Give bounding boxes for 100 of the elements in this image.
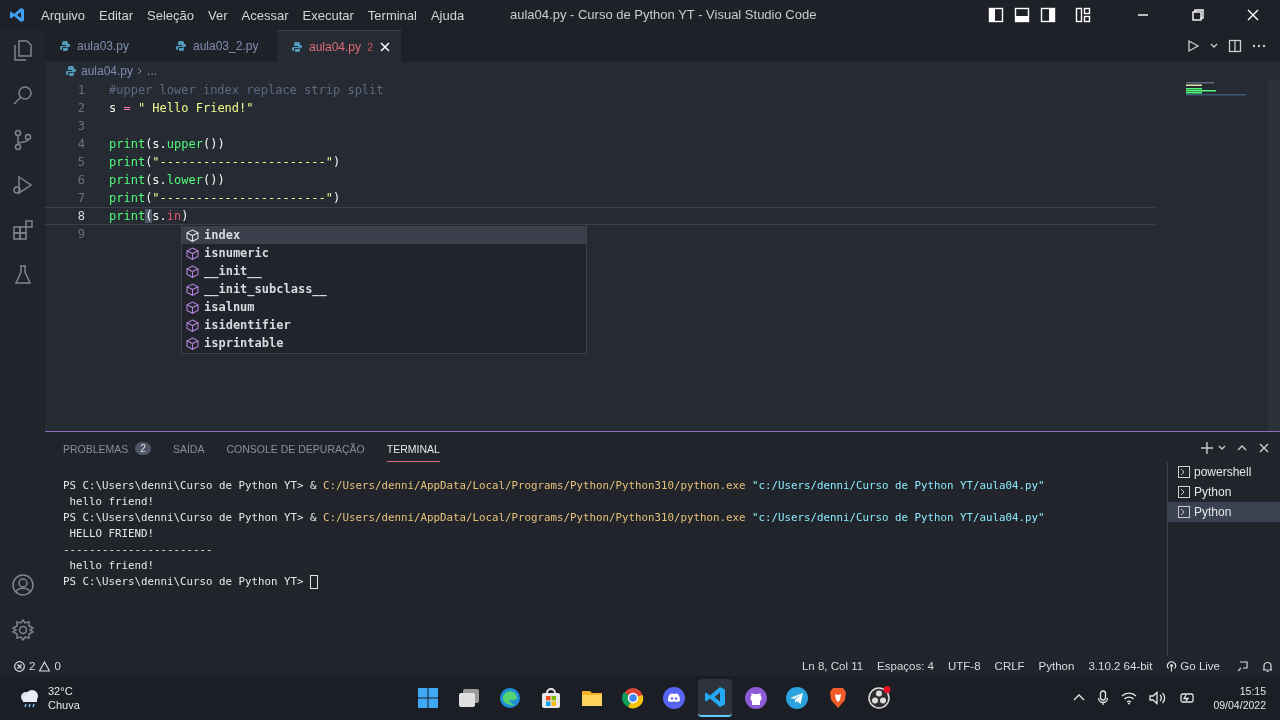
suggestion-item[interactable]: isnumeric — [182, 244, 586, 262]
code-line: print(s.lower()) — [109, 172, 225, 189]
breadcrumb-item[interactable]: aula04.py — [81, 64, 134, 78]
minimap-drawing — [1186, 82, 1246, 96]
bell-icon[interactable] — [1261, 659, 1274, 673]
run-debug-icon[interactable] — [10, 173, 35, 197]
terminal-line: PS C:\Users\denni\Curso de Python YT> & C:/Users/denni/AppData/Local/Programs/Python/Python310/python.exe "c:/Users/denni/Curso de Python YT/aula04.py" — [63, 478, 1045, 494]
error-count: 2 — [29, 660, 36, 672]
terminal-icon — [1178, 506, 1190, 518]
panel-layout-icon[interactable] — [1014, 7, 1030, 23]
line-number: 5 — [76, 154, 85, 171]
menu-item[interactable]: Arquivo — [34, 7, 93, 23]
chevron-right-icon — [137, 67, 144, 75]
chevron-down-icon[interactable] — [1210, 42, 1218, 50]
cube-icon — [186, 300, 199, 314]
menu-item[interactable]: Editar — [92, 7, 141, 23]
sidebar-layout-icon[interactable] — [988, 7, 1004, 23]
run-icon[interactable] — [1186, 39, 1200, 53]
status-item[interactable]: Ln 8, Col 11 — [801, 660, 864, 672]
cube-icon — [186, 246, 199, 260]
python-file-icon — [59, 40, 71, 52]
line-number: 3 — [76, 118, 85, 135]
terminal-list-item[interactable]: Python — [1168, 502, 1280, 522]
warning-count: 0 — [54, 660, 61, 672]
status-item[interactable]: Go Live — [1166, 660, 1220, 672]
suggestion-item[interactable]: __init__ — [182, 262, 586, 280]
terminal-list-item[interactable]: powershell — [1168, 462, 1280, 482]
recorder-icon[interactable] — [867, 686, 891, 710]
restore-icon[interactable] — [1190, 7, 1206, 23]
cube-icon — [186, 318, 199, 332]
error-icon — [14, 660, 25, 672]
broadcast-icon — [1166, 660, 1178, 672]
feedback-icon[interactable] — [1236, 659, 1249, 673]
problem-count: 2 — [367, 40, 374, 53]
settings-gear-icon[interactable] — [10, 618, 35, 642]
extensions-icon[interactable] — [10, 218, 35, 242]
problems-indicator[interactable]: 2 0 — [14, 660, 61, 672]
suggestion-item[interactable]: __init_subclass__ — [182, 280, 586, 298]
temperature: 32°C — [48, 684, 74, 698]
secondary-sidebar-icon[interactable] — [1040, 7, 1056, 23]
terminal-line: hello friend! — [68, 494, 154, 510]
menu-item[interactable]: Seleção — [140, 7, 202, 23]
menu-item[interactable]: Executar — [295, 7, 361, 23]
status-item[interactable]: UTF-8 — [948, 660, 981, 672]
line-number: 7 — [76, 190, 85, 207]
code-line: s = " Hello Friend!" — [109, 100, 254, 117]
browser-icon[interactable] — [498, 686, 522, 710]
suggestion-item[interactable]: isalnum — [182, 298, 586, 316]
breadcrumb-item[interactable]: ... — [147, 64, 158, 78]
menu-item[interactable]: Ajuda — [423, 7, 472, 23]
speaker-icon[interactable] — [1149, 691, 1168, 705]
warning-icon — [39, 660, 51, 672]
cube-icon — [186, 264, 199, 278]
battery-icon[interactable] — [1179, 691, 1196, 705]
wifi-icon[interactable] — [1121, 691, 1138, 705]
task-view-icon[interactable] — [457, 686, 481, 710]
chevron-down-icon[interactable] — [1218, 444, 1226, 452]
status-item[interactable]: CRLF — [994, 660, 1025, 672]
panel-tab[interactable]: TERMINAL — [386, 434, 440, 462]
status-item[interactable]: Python — [1038, 660, 1075, 672]
store-icon[interactable] — [539, 686, 563, 710]
count-badge: 2 — [135, 442, 151, 455]
account-icon[interactable] — [10, 573, 35, 597]
menu-item[interactable]: Terminal — [360, 7, 424, 23]
terminal-list-item[interactable]: Python — [1168, 482, 1280, 502]
suggestion-item[interactable]: isidentifier — [182, 316, 586, 334]
vscode-logo-icon — [9, 7, 25, 23]
menu-item[interactable]: Ver — [201, 7, 235, 23]
suggestion-item[interactable]: isprintable — [182, 334, 586, 352]
cloud-rain-icon — [18, 687, 40, 709]
menu-item[interactable]: Acessar — [234, 7, 296, 23]
plus-icon[interactable] — [1200, 441, 1214, 455]
split-editor-icon[interactable] — [1228, 39, 1242, 53]
suggestion-item[interactable]: index — [182, 226, 586, 244]
status-item[interactable]: Espaços: 4 — [877, 660, 934, 672]
terminal-line: hello friend! — [68, 558, 154, 574]
code-editor-icon[interactable] — [703, 685, 727, 709]
start-icon[interactable] — [416, 686, 440, 710]
paper-plane-icon[interactable] — [785, 686, 809, 710]
code-line: print("-----------------------") — [109, 190, 341, 207]
clock-time: 15:15 — [1239, 684, 1266, 698]
terminal-line: HELLO FRIEND! — [68, 526, 154, 542]
scrollbar[interactable] — [1268, 80, 1280, 431]
status-item[interactable]: 3.10.2 64-bit — [1088, 660, 1153, 672]
close-icon[interactable] — [1245, 7, 1261, 23]
cube-icon — [186, 228, 199, 242]
terminal-icon — [1178, 486, 1190, 498]
cube-icon — [186, 336, 199, 350]
close-icon[interactable] — [1258, 442, 1270, 454]
panel-tab[interactable]: CONSOLE DE DEPURAÇÃO — [226, 434, 365, 462]
microphone-icon[interactable] — [1097, 690, 1110, 706]
line-number: 6 — [76, 172, 85, 189]
panel-tab[interactable]: SAÍDA — [172, 434, 205, 462]
editor-tab[interactable]: aula04.py 2 — [277, 30, 402, 62]
chat-app-icon[interactable] — [662, 686, 686, 710]
panel-tab[interactable]: PROBLEMAS 2 — [63, 434, 151, 462]
customize-layout-icon[interactable] — [1075, 7, 1091, 23]
window-title: aula04.py - Curso de Python YT - Visual Studio Code — [510, 7, 817, 22]
browser-icon[interactable] — [621, 686, 645, 710]
close-icon[interactable] — [379, 40, 392, 53]
